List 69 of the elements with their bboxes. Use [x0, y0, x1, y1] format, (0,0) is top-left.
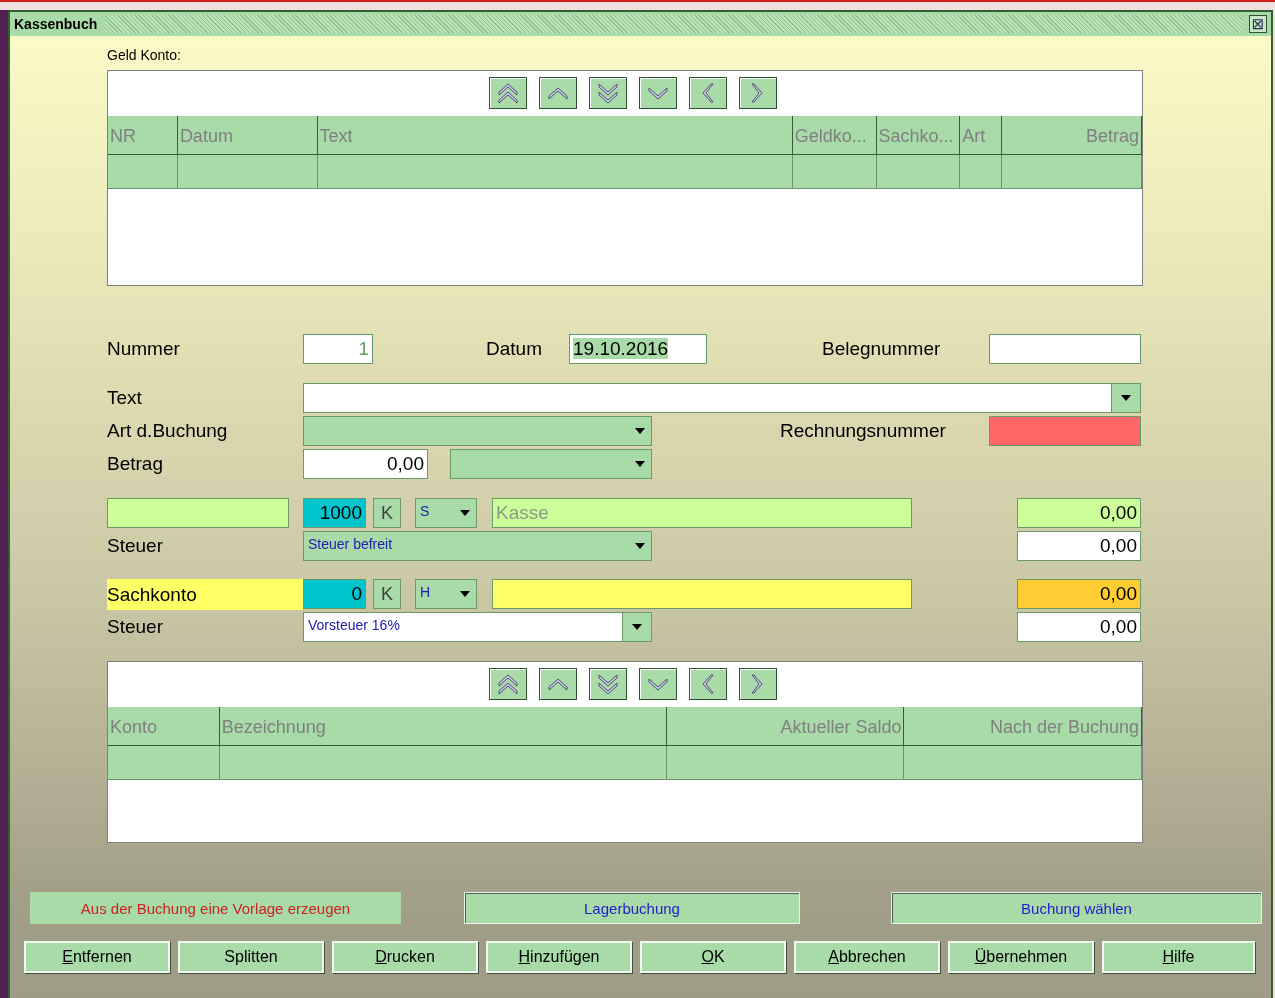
field-label: Betrag [107, 453, 164, 475]
field-label: Rechnungsnummer [780, 420, 947, 442]
nav-button[interactable] [639, 77, 677, 109]
action-button[interactable]: Aus der Buchung eine Vorlage erzeugen [30, 892, 401, 924]
field-label: Art d.Buchung [107, 420, 229, 442]
window-title: Kassenbuch [14, 16, 99, 32]
amount-field[interactable]: 0,00 [1017, 531, 1141, 561]
field-label: Nummer [107, 338, 181, 360]
double-chevron-up-icon [497, 82, 519, 104]
field-label: Steuer [107, 616, 164, 638]
amount-field[interactable]: 0,00 [303, 449, 428, 479]
dropdown[interactable]: S [415, 498, 477, 528]
caret-icon [1121, 395, 1131, 401]
footer-button[interactable]: Drucken [332, 941, 478, 973]
account-number-field[interactable]: 0 [303, 579, 366, 609]
caret-icon [460, 510, 470, 516]
k-button[interactable]: K [373, 498, 401, 528]
dropdown[interactable]: Vorsteuer 16% [303, 612, 652, 642]
double-chevron-down-icon [597, 673, 619, 695]
section-label: Geld Konto: [107, 48, 182, 62]
input-field[interactable] [107, 498, 289, 528]
field-label: Belegnummer [822, 338, 942, 360]
nav-button[interactable] [489, 77, 527, 109]
dropdown[interactable]: H [415, 579, 477, 609]
nav-button[interactable] [589, 668, 627, 700]
caret-icon [460, 591, 470, 597]
field-label: Datum [486, 338, 543, 360]
amount-field[interactable]: 0,00 [1017, 579, 1141, 609]
caret-icon [632, 624, 642, 630]
account-name-field[interactable] [492, 579, 912, 609]
footer-button[interactable]: Abbrechen [794, 941, 940, 973]
field-label: Sachkonto [107, 578, 303, 610]
nav-button[interactable] [739, 77, 777, 109]
close-button[interactable]: ⊠ [1249, 15, 1267, 33]
dropdown-button[interactable] [622, 613, 651, 641]
nav-button[interactable] [539, 77, 577, 109]
double-chevron-down-icon [597, 82, 619, 104]
nav-button[interactable] [689, 77, 727, 109]
dropdown[interactable] [450, 449, 652, 479]
dropdown[interactable] [303, 416, 652, 446]
footer-button[interactable]: Hilfe [1102, 941, 1255, 973]
dropdown-button[interactable] [1111, 384, 1140, 412]
dropdown[interactable]: Steuer befreit [303, 531, 652, 561]
account-number-field[interactable]: 1000 [303, 498, 366, 528]
footer-button[interactable]: Hinzufügen [486, 941, 632, 973]
double-chevron-up-icon [497, 673, 519, 695]
input-field[interactable] [989, 334, 1141, 364]
caret-icon [635, 428, 645, 434]
amount-field[interactable]: 0,00 [1017, 498, 1141, 528]
field-label: Steuer [107, 535, 164, 557]
footer-button[interactable]: Entfernen [24, 941, 170, 973]
nav-button[interactable] [539, 668, 577, 700]
footer-button[interactable]: OK [640, 941, 786, 973]
nav-button[interactable] [589, 77, 627, 109]
action-button[interactable]: Buchung wählen [891, 892, 1262, 924]
field-label: Text [107, 387, 143, 409]
amount-field[interactable]: 0,00 [1017, 612, 1141, 642]
nav-button[interactable] [639, 668, 677, 700]
footer-button[interactable]: Splitten [178, 941, 324, 973]
caret-icon [635, 543, 645, 549]
nav-button[interactable] [739, 668, 777, 700]
action-button[interactable]: Lagerbuchung [464, 892, 800, 924]
footer-button[interactable]: Übernehmen [948, 941, 1094, 973]
date-field[interactable]: 19.10.2016 [569, 334, 707, 364]
caret-icon [635, 461, 645, 467]
input-field[interactable] [989, 416, 1141, 446]
k-button[interactable]: K [373, 579, 401, 609]
nav-button[interactable] [489, 668, 527, 700]
nav-button[interactable] [689, 668, 727, 700]
